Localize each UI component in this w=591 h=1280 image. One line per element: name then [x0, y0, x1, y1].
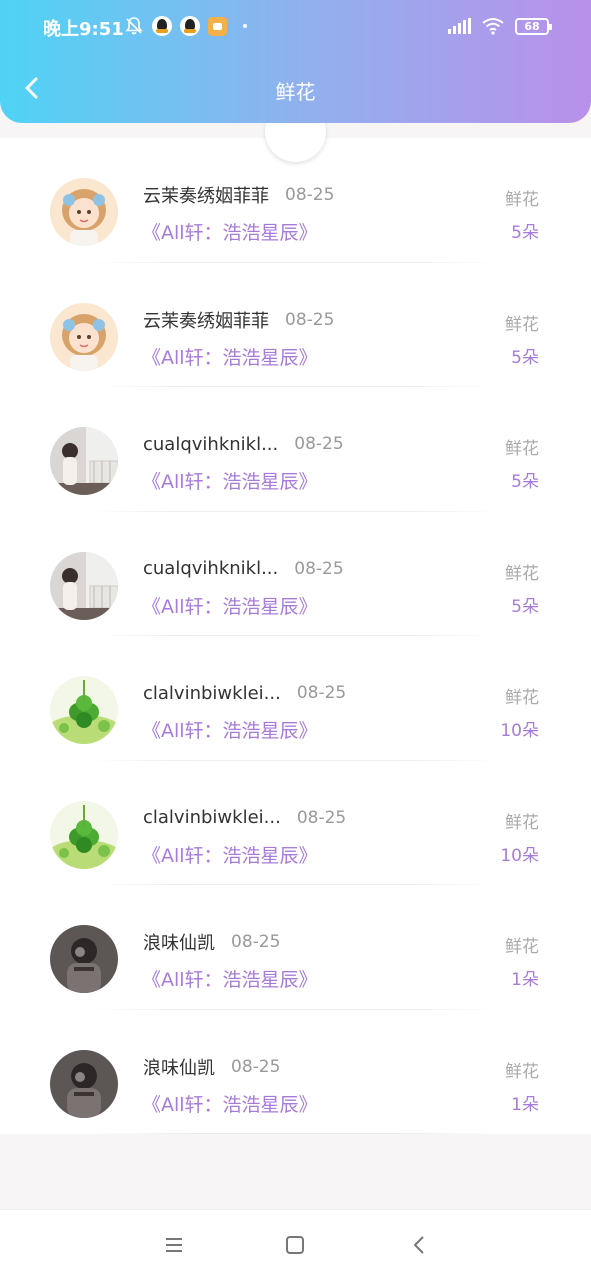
gift-count: 10朵 — [500, 721, 539, 741]
avatar[interactable] — [50, 1049, 118, 1118]
gift-type-label: 鲜花 — [505, 937, 539, 957]
list-item[interactable]: cualqvihknikl... 08-25 《All轩：浩浩星辰》 鲜花 5朵 — [0, 512, 591, 636]
wifi-icon — [482, 18, 504, 35]
name-line: cualqvihknikl... 08-25 — [143, 432, 344, 456]
screen: 晚上9:51 68 鲜花 云茉奏绣姻菲菲 08-25 《All轩：浩浩星辰》 鲜… — [0, 0, 591, 1280]
gift-type-label: 鲜花 — [505, 812, 539, 833]
square-home-icon[interactable] — [282, 1232, 308, 1258]
gift-type-label: 鲜花 — [505, 314, 539, 335]
gift-count: 1朵 — [511, 970, 539, 990]
signal-icon — [448, 18, 471, 34]
battery-icon: 68 — [515, 17, 552, 35]
nickname[interactable]: cualqvihknikl... — [143, 434, 278, 455]
book-title-link[interactable]: 《All轩：浩浩星辰》 — [142, 218, 318, 245]
book-title-link[interactable]: 《All轩：浩浩星辰》 — [142, 467, 318, 494]
gift-count: 1朵 — [511, 1094, 539, 1115]
gift-record-list: 云茉奏绣姻菲菲 08-25 《All轩：浩浩星辰》 鲜花 5朵 云茉奏绣姻菲菲 08-25 《… — [0, 138, 591, 1134]
name-line: cualqvihknikl... 08-25 — [143, 557, 344, 581]
date: 08-25 — [296, 683, 347, 703]
gift-count: 10朵 — [500, 845, 539, 866]
book-title-link[interactable]: 《All轩：浩浩星辰》 — [142, 592, 318, 619]
book-title-link[interactable]: 《All轩：浩浩星辰》 — [142, 965, 318, 992]
list-item[interactable]: 云茉奏绣姻菲菲 08-25 《All轩：浩浩星辰》 鲜花 5朵 — [0, 263, 591, 387]
gift-type-label: 鲜花 — [505, 688, 539, 708]
date: 08-25 — [231, 932, 281, 952]
avatar[interactable] — [50, 302, 118, 371]
gift-count: 5朵 — [511, 472, 539, 492]
nickname[interactable]: 浪味仙凯 — [143, 929, 215, 955]
page-title: 鲜花 — [275, 80, 316, 104]
name-line: clalvinbiwklei... 08-25 — [143, 681, 346, 705]
header: 晚上9:51 68 鲜花 — [0, 0, 591, 123]
qq-penguin-icon — [180, 16, 200, 36]
date: 08-25 — [294, 434, 344, 454]
avatar[interactable] — [50, 800, 118, 869]
back-triangle-icon[interactable] — [407, 1232, 433, 1258]
date: 08-25 — [296, 807, 347, 828]
date: 08-25 — [231, 1056, 281, 1077]
bell-off-icon — [125, 17, 143, 35]
avatar[interactable] — [50, 925, 118, 993]
avatar[interactable] — [50, 427, 118, 495]
nickname[interactable]: clalvinbiwklei... — [143, 683, 281, 704]
more-notifications-dot-icon — [243, 24, 247, 28]
gift-type-label: 鲜花 — [505, 1061, 539, 1082]
list-item[interactable]: 浪味仙凯 08-25 《All轩：浩浩星辰》 鲜花 1朵 — [0, 1010, 591, 1134]
qq-penguin-icon — [152, 16, 172, 36]
list-item[interactable]: 浪味仙凯 08-25 《All轩：浩浩星辰》 鲜花 1朵 — [0, 885, 591, 1010]
avatar[interactable] — [50, 676, 118, 744]
nickname[interactable]: cualqvihknikl... — [143, 558, 278, 579]
status-system-icons: 68 — [448, 17, 552, 35]
status-bar: 晚上9:51 68 — [0, 0, 591, 56]
list-item[interactable]: cualqvihknikl... 08-25 《All轩：浩浩星辰》 鲜花 5朵 — [0, 387, 591, 512]
name-line: 浪味仙凯 08-25 — [143, 1055, 280, 1079]
nickname[interactable]: 云茉奏绣姻菲菲 — [143, 182, 269, 208]
system-nav-bar — [0, 1209, 591, 1280]
status-notification-icons — [124, 16, 247, 36]
nickname[interactable]: 浪味仙凯 — [143, 1054, 215, 1080]
book-title-link[interactable]: 《All轩：浩浩星辰》 — [142, 1090, 318, 1117]
name-line: clalvinbiwklei... 08-25 — [143, 806, 346, 830]
date: 08-25 — [285, 185, 335, 205]
menu-icon[interactable] — [161, 1232, 187, 1258]
gift-count: 5朵 — [511, 596, 539, 617]
book-title-link[interactable]: 《All轩：浩浩星辰》 — [142, 716, 318, 743]
list-item[interactable]: clalvinbiwklei... 08-25 《All轩：浩浩星辰》 鲜花 10朵 — [0, 761, 591, 885]
gift-type-label: 鲜花 — [505, 563, 539, 584]
battery-level: 68 — [524, 19, 540, 33]
status-time: 晚上9:51 — [43, 19, 124, 40]
gift-count: 5朵 — [511, 223, 539, 243]
name-line: 云茉奏绣姻菲菲 08-25 — [143, 183, 334, 207]
message-app-icon — [208, 16, 227, 36]
nickname[interactable]: clalvinbiwklei... — [143, 807, 281, 828]
gift-type-label: 鲜花 — [505, 439, 539, 459]
name-line: 云茉奏绣姻菲菲 08-25 — [143, 308, 334, 332]
name-line: 浪味仙凯 08-25 — [143, 930, 280, 954]
gift-type-label: 鲜花 — [505, 190, 539, 210]
date: 08-25 — [285, 309, 335, 330]
avatar[interactable] — [50, 551, 118, 620]
avatar[interactable] — [50, 178, 118, 246]
list-item[interactable]: clalvinbiwklei... 08-25 《All轩：浩浩星辰》 鲜花 10朵 — [0, 636, 591, 761]
book-title-link[interactable]: 《All轩：浩浩星辰》 — [142, 343, 318, 370]
nickname[interactable]: 云茉奏绣姻菲菲 — [143, 307, 269, 333]
date: 08-25 — [294, 558, 344, 579]
divider — [88, 1133, 501, 1134]
book-title-link[interactable]: 《All轩：浩浩星辰》 — [142, 841, 318, 868]
gift-count: 5朵 — [511, 347, 539, 368]
